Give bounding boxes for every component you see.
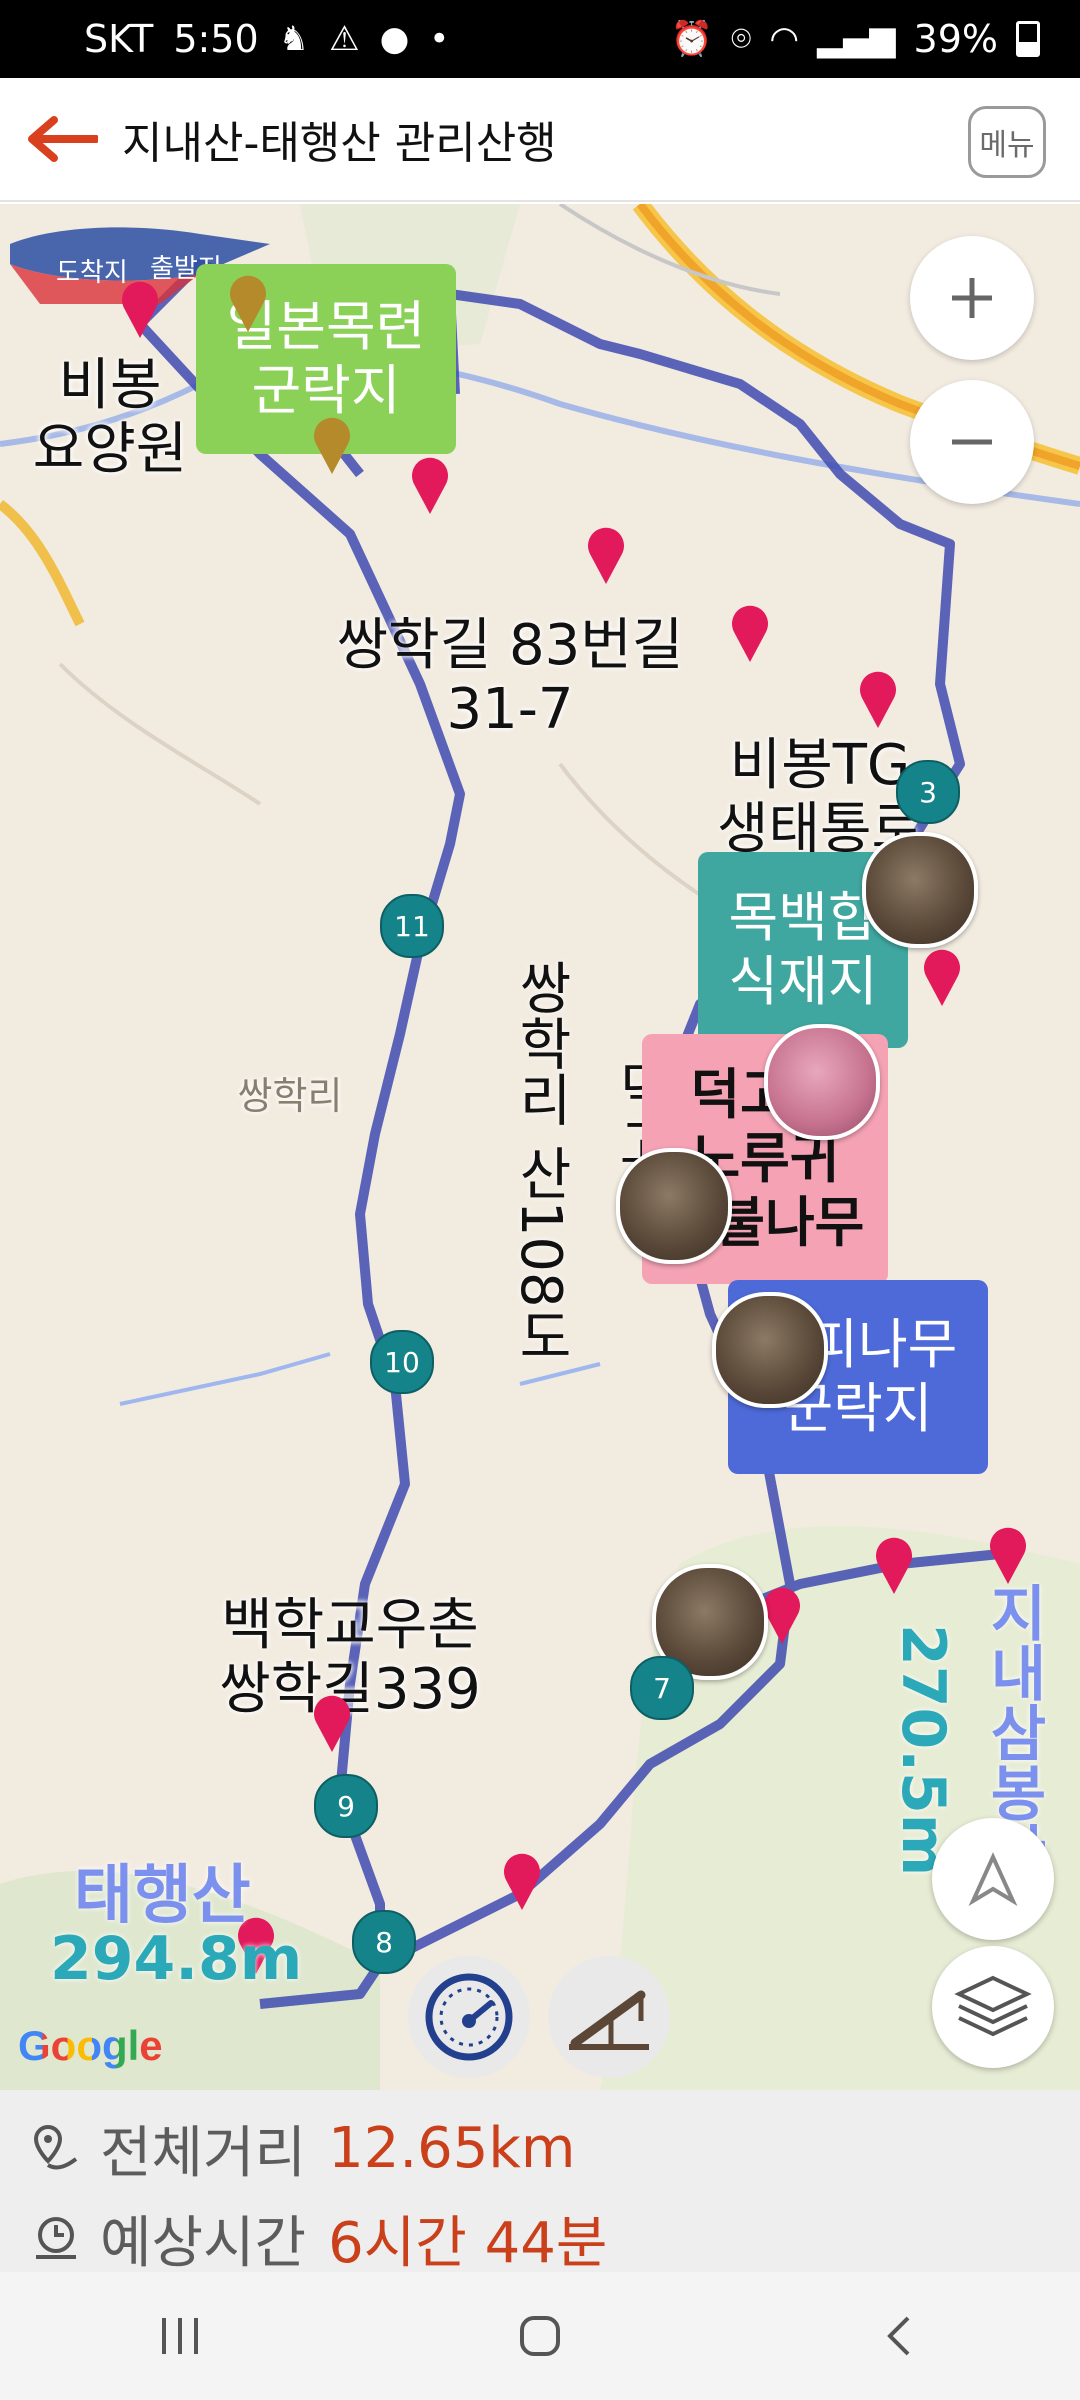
map-pin[interactable] — [584, 526, 628, 586]
back-nav-button[interactable] — [840, 2286, 960, 2386]
waypoint-3[interactable]: 3 — [896, 760, 960, 824]
map-pin[interactable] — [500, 1852, 544, 1912]
map-label-ssanghak-83: 쌍학길 83번길 31-7 — [336, 613, 684, 742]
speedometer-button[interactable] — [408, 1956, 530, 2078]
distance-value: 12.65km — [328, 2116, 576, 2181]
waypoint-8[interactable]: 8 — [352, 1910, 416, 1974]
battery-percent: 39% — [913, 17, 998, 61]
wifi-icon: ◠ — [769, 19, 800, 59]
hiking-icon: ♞ — [278, 19, 310, 59]
route-summary-panel: 전체거리 12.65km 예상시간 6시간 44분 — [0, 2090, 1080, 2276]
layers-icon — [954, 1975, 1032, 2037]
map-pin[interactable] — [872, 1536, 916, 1596]
back-arrow-icon — [28, 116, 98, 162]
map-pin[interactable] — [118, 280, 162, 340]
map-pin[interactable] — [226, 274, 270, 334]
time-row: 예상시간 6시간 44분 — [28, 2198, 607, 2279]
photo-marker[interactable] — [862, 832, 978, 948]
minus-icon — [952, 439, 992, 445]
time-label: 예상시간 — [100, 2211, 307, 2276]
google-attribution: Google — [18, 2022, 163, 2069]
recent-apps-icon — [162, 2318, 198, 2354]
peak-name-taehaengsan: 태행산 — [74, 1859, 251, 1933]
waypoint-10[interactable]: 10 — [370, 1330, 434, 1394]
map-pin[interactable] — [310, 1694, 354, 1754]
system-nav-bar — [0, 2272, 1080, 2400]
photo-marker[interactable] — [712, 1292, 828, 1408]
distance-row: 전체거리 12.65km — [28, 2108, 575, 2189]
chevron-left-icon — [887, 2316, 910, 2356]
end-flag[interactable]: 도착지 — [56, 252, 128, 289]
map-pin[interactable] — [408, 456, 452, 516]
map-pin[interactable] — [728, 604, 772, 664]
plus-icon — [952, 278, 992, 318]
talk-icon: ● — [379, 19, 410, 59]
clock-icon — [36, 2216, 76, 2259]
warning-icon: ⚠ — [329, 19, 360, 59]
carrier: SKT — [84, 17, 154, 61]
elevation-icon — [569, 1990, 649, 2050]
my-location-button[interactable] — [932, 1818, 1054, 1940]
waypoint-9[interactable]: 9 — [314, 1774, 378, 1838]
zoom-in-button[interactable] — [910, 236, 1034, 360]
speedometer-icon — [425, 1973, 513, 2061]
signal-icon: ▂▄▆ — [817, 19, 896, 59]
dot-icon: • — [429, 19, 450, 59]
menu-button[interactable]: 메뉴 — [968, 106, 1046, 178]
map-pin[interactable] — [310, 416, 354, 476]
route-distance-icon — [33, 2124, 78, 2169]
map-pin[interactable] — [856, 670, 900, 730]
photo-marker[interactable] — [616, 1148, 732, 1264]
map-label-ssanghak-san: 쌍학리 산108도 — [508, 959, 573, 1364]
location-arrow-icon — [968, 1852, 1018, 1907]
distance-label: 전체거리 — [100, 2121, 307, 2186]
clock: 5:50 — [173, 17, 259, 61]
recent-apps-button[interactable] — [120, 2286, 240, 2386]
waypoint-7[interactable]: 7 — [630, 1656, 694, 1720]
page-title: 지내산-태행산 관리산행 — [122, 118, 557, 169]
map-view[interactable]: 출발지 도착지 비봉 요양원 쌍학길 83번길 31-7 비봉TG 생태통로 쌍… — [0, 204, 1080, 2090]
time-value: 6시간 44분 — [328, 2211, 608, 2276]
app-bar: 지내산-태행산 관리산행 메뉴 — [0, 78, 1080, 202]
peak-elevation-taehaengsan: 294.8m — [50, 1924, 303, 1994]
location-icon: ⌾ — [731, 19, 752, 59]
photo-marker[interactable] — [764, 1024, 880, 1140]
elevation-profile-button[interactable] — [548, 1956, 670, 2078]
layers-button[interactable] — [932, 1946, 1054, 2068]
map-label-bibong-hospital: 비봉 요양원 — [32, 353, 188, 482]
map-pin[interactable] — [920, 948, 964, 1008]
map-label-ssanghak-ri: 쌍학리 — [237, 1074, 343, 1118]
home-icon — [520, 2316, 560, 2356]
home-button[interactable] — [480, 2286, 600, 2386]
battery-icon — [1016, 21, 1040, 57]
status-bar: SKT 5:50 ♞ ⚠ ● • ⏰ ⌾ ◠ ▂▄▆ 39% — [0, 0, 1080, 78]
back-button[interactable] — [18, 97, 102, 181]
waypoint-11[interactable]: 11 — [380, 894, 444, 958]
zoom-out-button[interactable] — [910, 380, 1034, 504]
alarm-icon: ⏰ — [670, 19, 713, 59]
map-pin[interactable] — [986, 1526, 1030, 1586]
